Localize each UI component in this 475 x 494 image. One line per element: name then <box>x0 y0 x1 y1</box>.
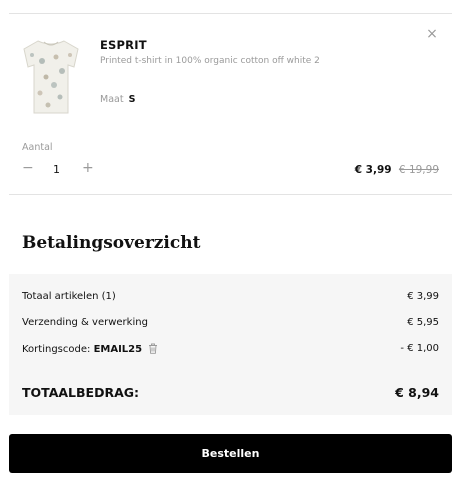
discount-value: - € 1,00 <box>400 343 439 354</box>
items-total-value: € 3,99 <box>407 291 439 302</box>
total-label: TOTAALBEDRAG: <box>22 385 140 400</box>
current-price: € 3,99 <box>354 164 392 176</box>
total-value: € 8,94 <box>395 385 439 400</box>
close-icon[interactable]: × <box>425 27 439 41</box>
items-total-label: Totaal artikelen (1) <box>22 291 116 302</box>
tshirt-image <box>23 40 79 114</box>
product-size: Maat S <box>100 94 135 105</box>
trash-icon[interactable] <box>148 343 158 354</box>
size-value: S <box>128 94 136 105</box>
shipping-label: Verzending & verwerking <box>22 317 148 328</box>
plus-icon[interactable]: + <box>82 161 94 175</box>
product-image[interactable] <box>18 33 84 117</box>
discount-label: Kortingscode: <box>22 344 91 355</box>
payment-summary: Totaal artikelen (1) € 3,99 Verzending &… <box>9 274 452 415</box>
shipping-value: € 5,95 <box>407 317 439 328</box>
minus-icon[interactable]: − <box>22 161 34 175</box>
top-divider <box>9 13 452 14</box>
size-label: Maat <box>100 94 124 105</box>
original-price: € 19,99 <box>398 164 439 176</box>
order-button[interactable]: Bestellen <box>9 434 452 473</box>
discount-label-group: Kortingscode: EMAIL25 <box>22 343 158 355</box>
quantity-value: 1 <box>53 163 60 176</box>
quantity-label: Aantal <box>22 142 53 153</box>
product-description[interactable]: Printed t-shirt in 100% organic cotton o… <box>100 56 320 66</box>
item-divider <box>9 194 452 195</box>
shopping-cart-page: ESPRIT Printed t-shirt in 100% organic c… <box>0 0 475 494</box>
discount-code: EMAIL25 <box>93 344 143 355</box>
summary-title: Betalingsoverzicht <box>22 233 201 253</box>
item-price: € 3,99 € 19,99 <box>355 164 439 176</box>
product-brand[interactable]: ESPRIT <box>100 38 147 52</box>
